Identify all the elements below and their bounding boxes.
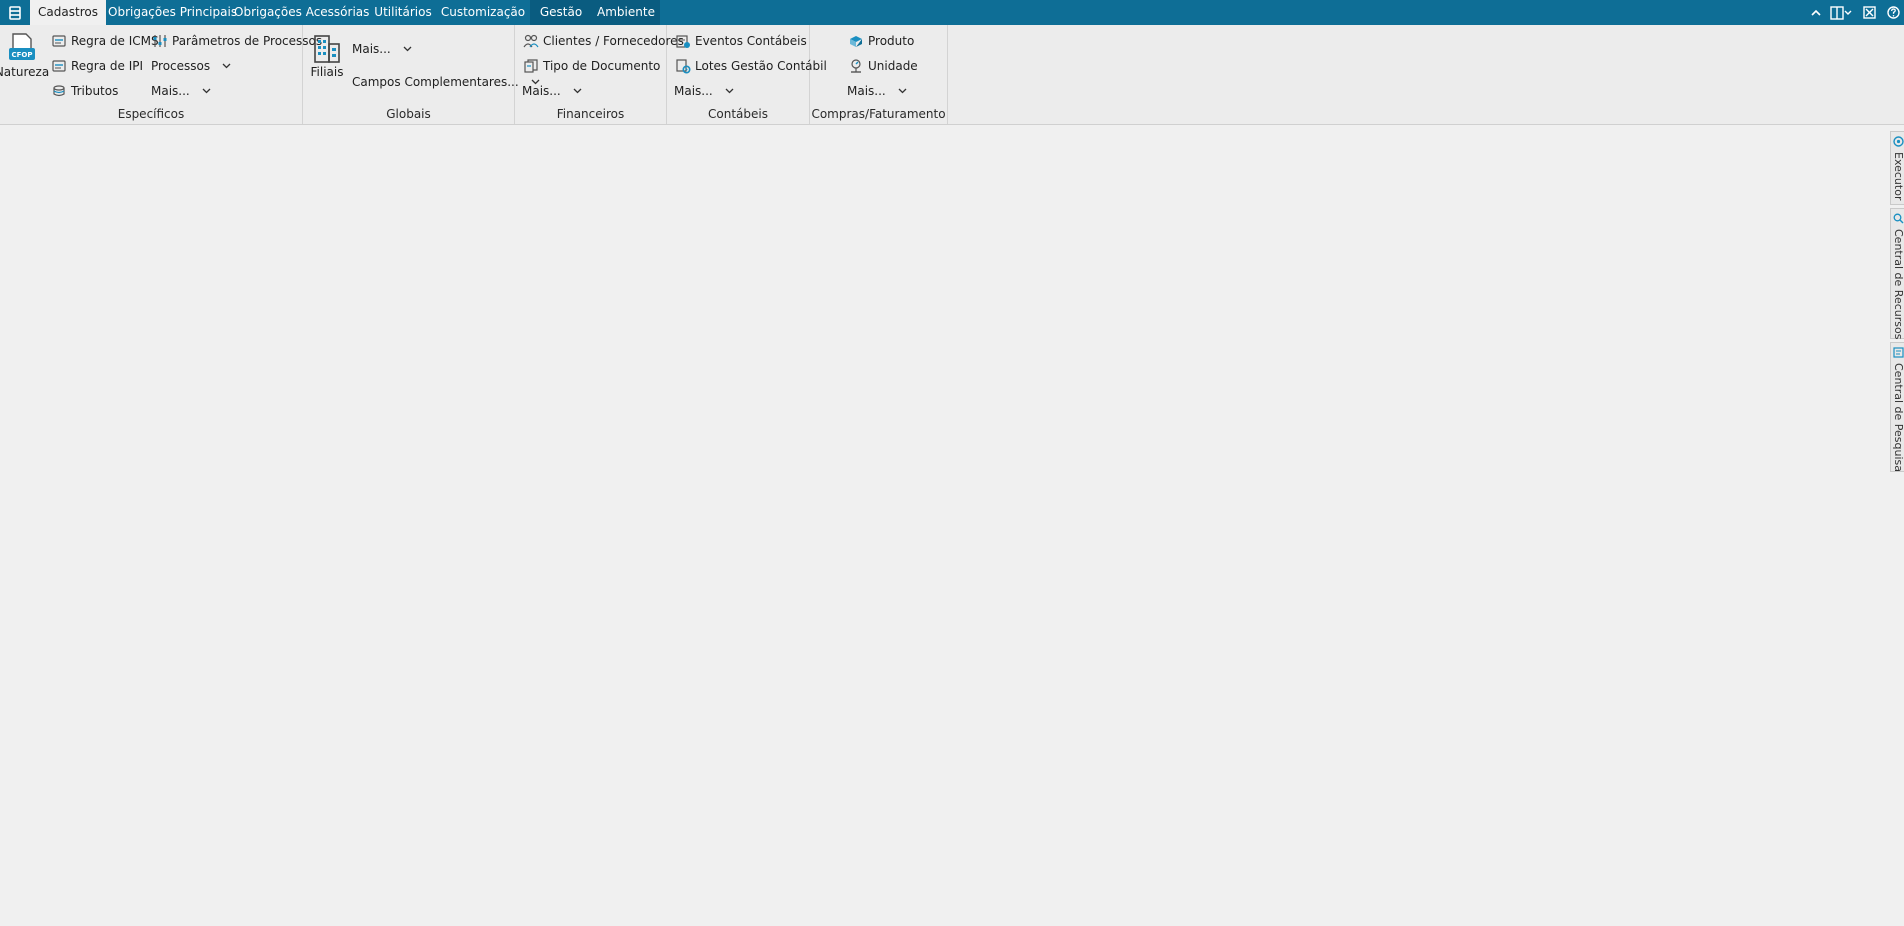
group-globais-label: Globais <box>386 107 431 121</box>
regra-ipi-button[interactable]: Regra de IPI <box>51 56 143 76</box>
globais-mais-dropdown[interactable]: Mais... <box>352 39 412 59</box>
regra-icms-label: Regra de ICMS <box>71 34 159 48</box>
buildings-icon <box>314 35 340 63</box>
ipi-rule-icon <box>52 60 66 72</box>
chevron-down-icon <box>202 88 211 94</box>
side-tab-executor-label: Executor <box>1892 152 1904 201</box>
regra-ipi-label: Regra de IPI <box>71 59 144 73</box>
group-compras-faturamento: Produto Unidade Mais... Compras/Faturame… <box>810 25 948 124</box>
chevron-down-icon <box>403 46 412 52</box>
lotes-gestao-contabil-button[interactable]: Lotes Gestão Contábil <box>675 56 827 76</box>
filiais-button[interactable]: Filiais <box>308 31 346 79</box>
tipo-documento-label: Tipo de Documento <box>543 59 661 73</box>
financeiros-mais-label: Mais... <box>522 84 561 98</box>
contabeis-mais-label: Mais... <box>674 84 713 98</box>
tab-gestao[interactable]: Gestão <box>530 0 592 25</box>
group-especificos-label: Específicos <box>117 107 185 121</box>
group-contabeis: Eventos Contábeis Lotes Gestão Contábil … <box>667 25 827 124</box>
globais-mais-label: Mais... <box>352 42 391 56</box>
eventos-contabeis-button[interactable]: Eventos Contábeis <box>675 31 807 51</box>
chevron-down-icon <box>222 63 231 69</box>
tab-cadastros[interactable]: Cadastros <box>30 0 106 25</box>
sliders-icon <box>153 35 167 47</box>
search-panel-icon <box>1892 346 1904 358</box>
tab-customizacao[interactable]: Customização <box>440 0 526 25</box>
chevron-up-icon <box>1811 9 1821 16</box>
group-compras-faturamento-label: Compras/Faturamento <box>811 107 946 121</box>
cfop-document-icon: CFOP <box>9 33 35 60</box>
coins-icon <box>53 85 65 97</box>
natureza-label: Natureza <box>0 65 50 79</box>
tab-ambiente[interactable]: Ambiente <box>592 0 660 25</box>
app-menu-button[interactable] <box>0 0 30 25</box>
tributos-button[interactable]: Tributos <box>51 81 118 101</box>
chevron-down-icon <box>898 88 907 94</box>
especificos-mais-label: Mais... <box>151 84 190 98</box>
campos-complementares-label: Campos Complementares... <box>352 75 519 89</box>
natureza-badge: CFOP <box>12 51 33 59</box>
lotes-gestao-contabil-label: Lotes Gestão Contábil <box>695 59 827 73</box>
tab-obrigacoes-principais[interactable]: Obrigações Principais <box>108 0 237 25</box>
chevron-down-icon <box>573 88 582 94</box>
group-globais: Filiais Mais... Campos Complementares...… <box>303 25 540 124</box>
close-box-icon <box>1862 6 1876 19</box>
people-icon <box>523 34 539 48</box>
icms-rule-icon <box>52 35 66 47</box>
campos-complementares-dropdown[interactable]: Campos Complementares... <box>352 72 540 92</box>
tab-utilitarios[interactable]: Utilitários <box>368 0 438 25</box>
parametros-processos-label: Parâmetros de Processos <box>172 34 323 48</box>
collapse-ribbon-button[interactable] <box>1809 4 1823 21</box>
ribbon-panel: CFOP Natureza Regra de ICMS Regra de IPI… <box>0 25 1904 125</box>
chevron-down-icon <box>725 88 734 94</box>
documents-icon <box>524 59 538 73</box>
tab-obrigacoes-acessorias[interactable]: Obrigações Acessórias <box>234 0 369 25</box>
group-especificos: CFOP Natureza Regra de ICMS Regra de IPI… <box>0 25 322 124</box>
side-tab-central-pesquisa[interactable]: Central de Pesquisa <box>1890 342 1904 472</box>
processos-dropdown[interactable]: Processos <box>151 56 231 76</box>
side-tab-central-recursos-label: Central de Recursos <box>1892 229 1904 340</box>
produto-label: Produto <box>868 34 915 48</box>
side-tab-central-recursos[interactable]: Central de Recursos <box>1890 208 1904 339</box>
ribbon-tab-bar: Cadastros Obrigações Principais Obrigaçõ… <box>0 0 1904 25</box>
produto-button[interactable]: Produto <box>848 31 914 51</box>
compras-mais-dropdown[interactable]: Mais... <box>847 81 907 101</box>
tributos-label: Tributos <box>71 84 119 98</box>
filiais-label: Filiais <box>310 65 344 79</box>
main-workspace <box>0 125 1888 926</box>
help-icon <box>1886 6 1900 19</box>
especificos-mais-dropdown[interactable]: Mais... <box>151 81 211 101</box>
tipo-documento-button[interactable]: Tipo de Documento <box>523 56 660 76</box>
group-contabeis-label: Contábeis <box>708 107 768 121</box>
natureza-button[interactable]: CFOP Natureza <box>0 31 49 79</box>
layout-button[interactable] <box>1829 4 1853 21</box>
app-menu-icon <box>9 5 21 20</box>
clientes-fornecedores-label: Clientes / Fornecedores <box>543 34 684 48</box>
layout-icon <box>1830 5 1852 20</box>
close-button[interactable] <box>1862 4 1876 21</box>
unidade-button[interactable]: Unidade <box>848 56 918 76</box>
product-box-icon <box>850 36 862 47</box>
contabeis-mais-dropdown[interactable]: Mais... <box>674 81 734 101</box>
eventos-contabeis-label: Eventos Contábeis <box>695 34 807 48</box>
clientes-fornecedores-button[interactable]: Clientes / Fornecedores <box>523 31 684 51</box>
side-tab-executor[interactable]: Executor <box>1890 131 1904 205</box>
group-financeiros-label: Financeiros <box>556 107 625 121</box>
regra-icms-button[interactable]: Regra de ICMS <box>51 31 159 51</box>
executor-icon <box>1892 135 1904 147</box>
parametros-processos-button[interactable]: Parâmetros de Processos <box>152 31 322 51</box>
batch-gear-icon <box>676 59 691 74</box>
financeiros-mais-dropdown[interactable]: Mais... <box>522 81 582 101</box>
unit-scale-icon <box>851 59 861 73</box>
processos-label: Processos <box>151 59 211 73</box>
compras-mais-label: Mais... <box>847 84 886 98</box>
unidade-label: Unidade <box>868 59 918 73</box>
calendar-doc-icon <box>676 35 690 48</box>
search-icon <box>1893 213 1903 223</box>
side-tab-central-pesquisa-label: Central de Pesquisa <box>1892 363 1904 473</box>
group-financeiros: Clientes / Fornecedores Tipo de Document… <box>515 25 684 124</box>
help-button[interactable] <box>1886 4 1900 21</box>
